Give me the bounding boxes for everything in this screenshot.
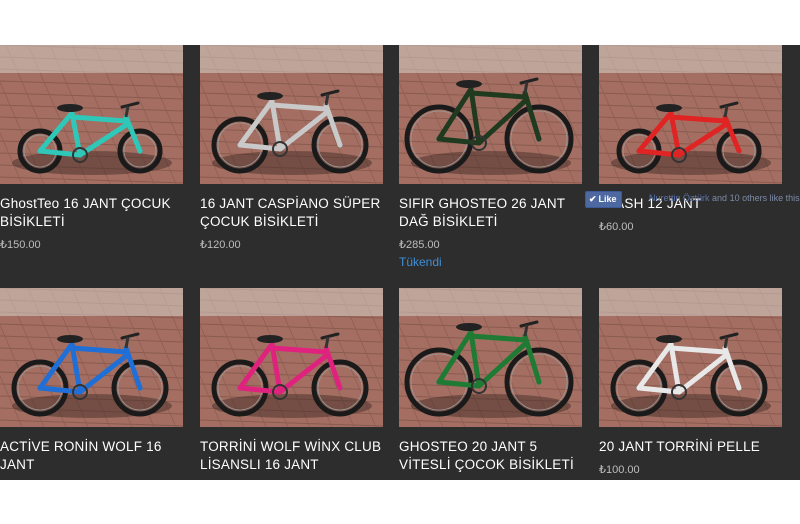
- product-title[interactable]: 16 JANT CASPİANO SÜPER ÇOCUK BİSİKLETİ: [200, 195, 390, 231]
- product-price: ₺120.00: [200, 239, 241, 251]
- product-title[interactable]: SIFIR GHOSTEO 26 JANT DAĞ BİSİKLETİ: [399, 195, 589, 231]
- product-image[interactable]: [0, 45, 183, 184]
- bicycle-photo: [599, 288, 782, 427]
- product-title[interactable]: TORRİNİ WOLF WİNX CLUB LİSANSLI 16 JANT: [200, 438, 390, 474]
- facebook-like-button[interactable]: ✔ Like: [585, 191, 622, 208]
- like-label: Like: [598, 194, 617, 204]
- bicycle-photo: [0, 288, 183, 427]
- like-social-text: Nurettin Öztürk and 10 others like this.: [649, 193, 800, 203]
- bicycle-photo: [599, 45, 782, 184]
- bicycle-photo: [399, 288, 582, 427]
- product-image[interactable]: [399, 45, 582, 184]
- product-image[interactable]: [200, 288, 383, 427]
- product-image[interactable]: [599, 288, 782, 427]
- product-price: ₺150.00: [0, 239, 41, 251]
- product-grid: GhostTeo 16 JANT ÇOCUK BİSİKLETİ ₺150.00…: [0, 45, 800, 480]
- bicycle-photo: [200, 45, 383, 184]
- product-price: ₺60.00: [599, 221, 634, 233]
- product-price: ₺100.00: [599, 464, 640, 476]
- bicycle-photo: [399, 45, 582, 184]
- product-image[interactable]: [599, 45, 782, 184]
- product-title[interactable]: ACTİVE RONİN WOLF 16 JANT: [0, 438, 190, 474]
- bicycle-photo: [0, 45, 183, 184]
- bicycle-photo: [200, 288, 383, 427]
- product-title[interactable]: GHOSTEO 20 JANT 5 VİTESLİ ÇOCOK BİSİKLET…: [399, 438, 589, 474]
- product-image[interactable]: [0, 288, 183, 427]
- product-title[interactable]: GhostTeo 16 JANT ÇOCUK BİSİKLETİ: [0, 195, 190, 231]
- stock-status: Tükendi: [399, 255, 442, 269]
- others-like-text: and 10 others like this.: [712, 193, 800, 203]
- friend-name-link[interactable]: Nurettin Öztürk: [649, 193, 710, 203]
- product-image[interactable]: [399, 288, 582, 427]
- product-image[interactable]: [200, 45, 383, 184]
- product-title[interactable]: 20 JANT TORRİNİ PELLE: [599, 438, 789, 456]
- check-icon: ✔: [589, 194, 597, 204]
- product-price: ₺285.00: [399, 239, 440, 251]
- facebook-like-widget: ✔ Like Nurettin Öztürk and 10 others like…: [585, 191, 800, 208]
